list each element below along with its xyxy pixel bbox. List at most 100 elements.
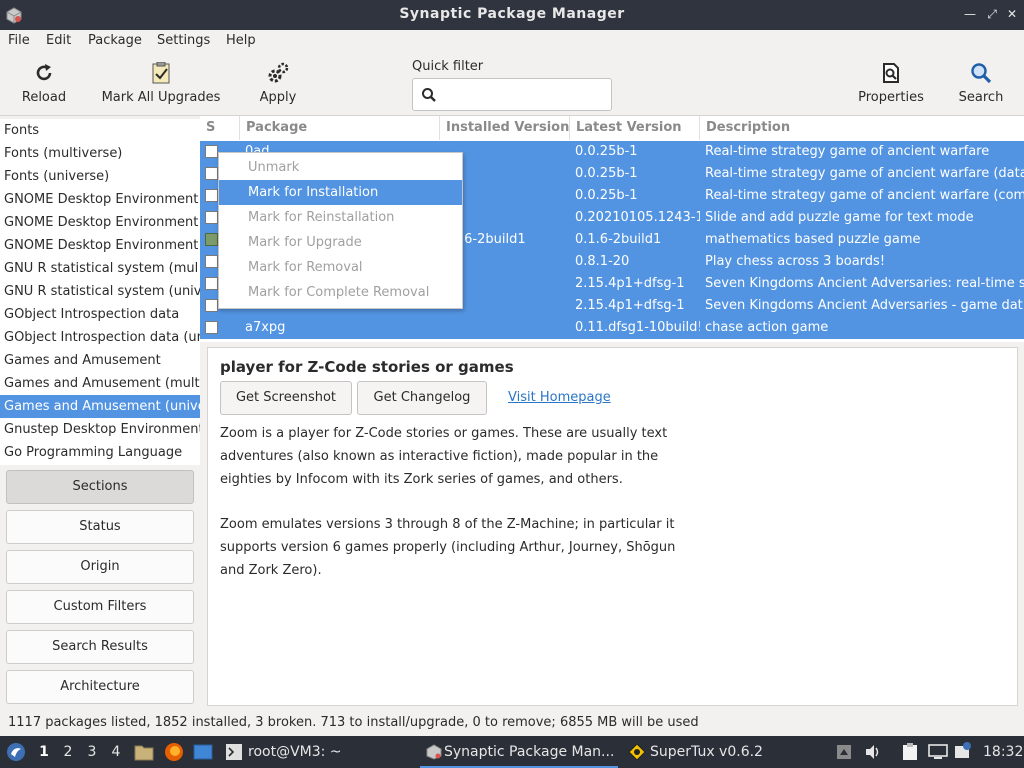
get-screenshot-button[interactable]: Get Screenshot	[220, 381, 352, 415]
description: chase action game	[705, 320, 829, 335]
firefox-icon[interactable]	[164, 742, 184, 762]
properties-button[interactable]: Properties	[856, 52, 926, 114]
display-icon[interactable]	[928, 744, 948, 760]
window-title: Synaptic Package Manager	[399, 6, 625, 22]
start-menu-icon[interactable]	[6, 742, 26, 762]
column-status[interactable]: S	[200, 116, 240, 140]
clipboard-icon[interactable]	[902, 743, 918, 761]
quick-filter-field[interactable]	[412, 78, 612, 111]
column-package[interactable]: Package	[240, 116, 440, 140]
system-tray-icon[interactable]	[836, 744, 852, 760]
installed-checkbox[interactable]	[205, 233, 218, 246]
get-changelog-button[interactable]: Get Changelog	[357, 381, 487, 415]
description: mathematics based puzzle game	[705, 232, 921, 247]
section-item-selected[interactable]: Games and Amusement (unive	[0, 395, 200, 418]
sidebar: Fonts Fonts (multiverse) Fonts (universe…	[0, 119, 200, 712]
architecture-button[interactable]: Architecture	[6, 670, 194, 704]
menu-settings[interactable]: Settings	[157, 33, 210, 48]
section-item[interactable]: GNU R statistical system (mul	[0, 257, 200, 280]
column-installed-version[interactable]: Installed Version	[440, 116, 570, 140]
section-item[interactable]: Gnustep Desktop Environment	[0, 418, 200, 441]
visit-homepage-link[interactable]: Visit Homepage	[508, 390, 611, 405]
latest-version: 2.15.4p1+dfsg-1	[575, 276, 685, 291]
status-checkbox[interactable]	[205, 211, 218, 224]
task-terminal-label: root@VM3: ~	[248, 744, 342, 760]
search-icon	[422, 88, 436, 102]
section-item[interactable]: GNOME Desktop Environment	[0, 188, 200, 211]
description: Real-time strategy game of ancient warfa…	[705, 144, 990, 159]
section-item[interactable]: Games and Amusement (mult	[0, 372, 200, 395]
latest-version: 0.11.dfsg1-10build!	[575, 320, 700, 335]
menu-edit[interactable]: Edit	[46, 33, 71, 48]
properties-icon	[883, 63, 899, 83]
status-checkbox[interactable]	[205, 277, 218, 290]
menu-item-unmark[interactable]: Unmark	[219, 155, 462, 180]
description: Seven Kingdoms Ancient Adversaries - gam…	[705, 298, 1023, 313]
section-item[interactable]: Go Programming Language	[0, 441, 200, 464]
section-item[interactable]: GNOME Desktop Environment	[0, 211, 200, 234]
description: Real-time strategy game of ancient warfa…	[705, 166, 1024, 181]
menu-help[interactable]: Help	[226, 33, 256, 48]
latest-version: 0.20210105.1243-1	[575, 210, 700, 225]
volume-icon[interactable]	[864, 743, 882, 761]
status-checkbox[interactable]	[205, 321, 218, 334]
section-item[interactable]: Fonts (multiverse)	[0, 142, 200, 165]
minimize-icon[interactable]: —	[962, 6, 978, 22]
package-row[interactable]: a7xpg 0.11.dfsg1-10build! chase action g…	[200, 317, 1024, 339]
column-description[interactable]: Description	[700, 116, 1024, 140]
network-icon[interactable]	[954, 742, 972, 760]
menu-item-mark-complete-removal[interactable]: Mark for Complete Removal	[219, 280, 462, 305]
close-icon[interactable]: ✕	[1004, 6, 1020, 22]
menu-item-mark-reinstallation[interactable]: Mark for Reinstallation	[219, 205, 462, 230]
status-checkbox[interactable]	[205, 189, 218, 202]
package-name: a7xpg	[245, 320, 286, 335]
status-checkbox[interactable]	[205, 255, 218, 268]
search-results-button[interactable]: Search Results	[6, 630, 194, 664]
maximize-icon[interactable]: ⤢	[984, 6, 1000, 22]
section-item[interactable]: Fonts	[0, 119, 200, 142]
synaptic-task-icon	[426, 744, 442, 760]
section-item[interactable]: Fonts (universe)	[0, 165, 200, 188]
section-item[interactable]: GNU R statistical system (univ	[0, 280, 200, 303]
origin-button[interactable]: Origin	[6, 550, 194, 584]
menu-package[interactable]: Package	[88, 33, 142, 48]
search-button[interactable]: Search	[954, 52, 1008, 114]
column-latest-version[interactable]: Latest Version	[570, 116, 700, 140]
section-item[interactable]: GObject Introspection data (ur	[0, 326, 200, 349]
mark-all-upgrades-button[interactable]: Mark All Upgrades	[98, 52, 224, 114]
section-item[interactable]: GObject Introspection data	[0, 303, 200, 326]
search-icon	[971, 63, 992, 84]
status-checkbox[interactable]	[205, 167, 218, 180]
menu-item-mark-installation[interactable]: Mark for Installation	[219, 180, 462, 205]
menu-item-mark-upgrade[interactable]: Mark for Upgrade	[219, 230, 462, 255]
file-manager-icon[interactable]	[134, 743, 154, 761]
custom-filters-button[interactable]: Custom Filters	[6, 590, 194, 624]
workspace-1[interactable]: 1	[36, 744, 52, 760]
desktop-icon[interactable]	[193, 744, 213, 760]
menu-file[interactable]: File	[8, 33, 30, 48]
section-item[interactable]: Games and Amusement	[0, 349, 200, 372]
status-button[interactable]: Status	[6, 510, 194, 544]
latest-version: 0.0.25b-1	[575, 166, 638, 181]
workspace-2[interactable]: 2	[60, 744, 76, 760]
apply-button[interactable]: Apply	[252, 52, 304, 114]
workspace-4[interactable]: 4	[108, 744, 124, 760]
status-bar: 1117 packages listed, 1852 installed, 3 …	[0, 712, 1024, 736]
section-item[interactable]: GNOME Desktop Environment	[0, 234, 200, 257]
sections-button[interactable]: Sections	[6, 470, 194, 504]
task-terminal[interactable]: root@VM3: ~	[222, 736, 394, 768]
menu-item-mark-removal[interactable]: Mark for Removal	[219, 255, 462, 280]
latest-version: 0.0.25b-1	[575, 188, 638, 203]
task-synaptic[interactable]: Synaptic Package Man...	[420, 736, 618, 768]
task-supertux[interactable]: SuperTux v0.6.2	[624, 736, 774, 768]
properties-label: Properties	[858, 90, 924, 105]
description-paragraph: Zoom is a player for Z-Code stories or g…	[220, 426, 668, 487]
reload-button[interactable]: Reload	[14, 52, 74, 114]
quick-filter-input[interactable]	[443, 83, 608, 106]
workspace-3[interactable]: 3	[84, 744, 100, 760]
clock: 18:32	[983, 744, 1024, 760]
title-bar: Synaptic Package Manager — ⤢ ✕	[0, 0, 1024, 30]
status-checkbox[interactable]	[205, 145, 218, 158]
status-checkbox[interactable]	[205, 299, 218, 312]
context-menu: Unmark Mark for Installation Mark for Re…	[218, 152, 463, 309]
